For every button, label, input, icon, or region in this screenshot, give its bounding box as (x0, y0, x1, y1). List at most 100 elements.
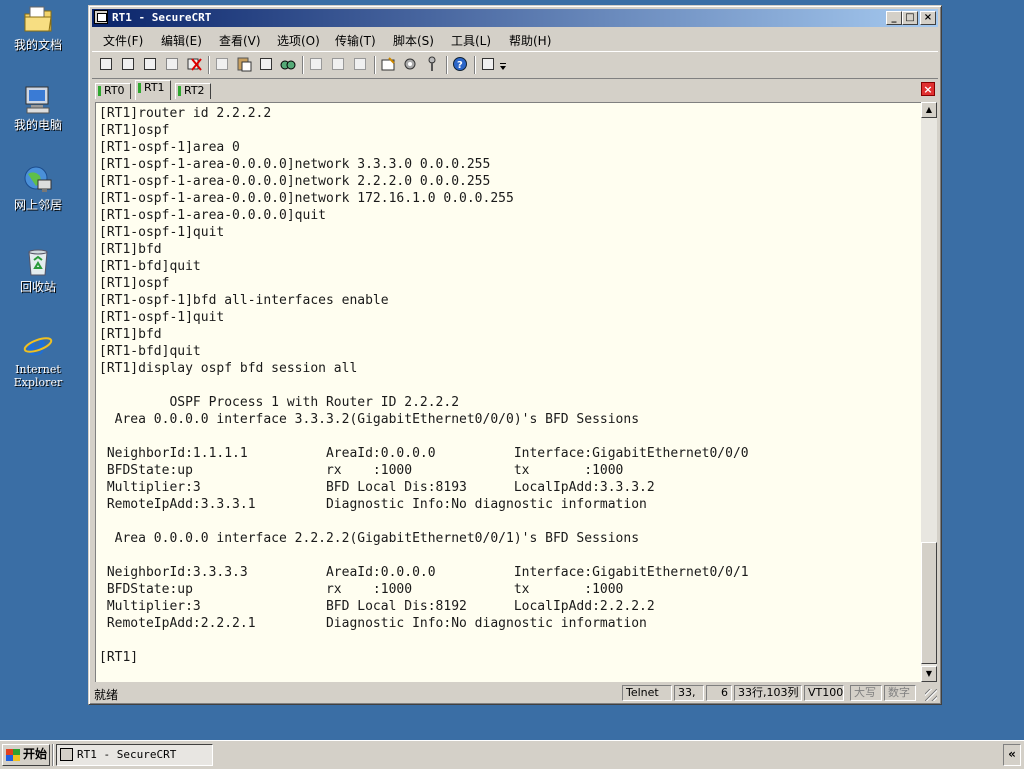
desktop-icon-recycle-bin[interactable]: 回收站 (4, 246, 72, 294)
status-bar: 就绪 Telnet 33, 6 33行,103列 VT100 大写 数字 (92, 684, 938, 702)
terminal-line: [RT1-ospf-1-area-0.0.0.0]network 172.16.… (99, 191, 514, 206)
close-tab-icon[interactable]: × (921, 82, 935, 96)
terminal-line: [RT1-ospf-1-area-0.0.0.0]network 3.3.3.0… (99, 157, 491, 172)
status-ready: 就绪 (94, 688, 119, 702)
session-options-icon[interactable] (380, 56, 396, 72)
computer-icon (22, 84, 54, 116)
find-icon[interactable] (280, 56, 296, 72)
toolbar-separator (374, 56, 376, 74)
terminal-line: [RT1]ospf (99, 123, 170, 138)
disconnect-icon[interactable] (186, 56, 202, 72)
menu-file[interactable]: 文件(F) (103, 32, 143, 49)
menu-bar: 文件(F) 编辑(E) 查看(V) 选项(O) 传输(T) 脚本(S) 工具(L… (92, 29, 938, 49)
tab-rt2[interactable]: RT2 (175, 83, 211, 99)
terminal-line: [RT1]bfd (99, 242, 162, 257)
tab-status-icon (178, 86, 181, 96)
menu-view[interactable]: 查看(V) (219, 32, 261, 49)
scroll-up-icon[interactable]: ▲ (921, 102, 937, 118)
terminal-line: Multiplier:3 BFD Local Dis:8193 LocalIpA… (99, 480, 655, 495)
desktop-icon-my-documents[interactable]: 我的文档 (4, 4, 72, 52)
session-tabs: RT0 RT1 RT2 × (95, 80, 935, 100)
desktop-icon-label: 网上邻居 (13, 198, 62, 212)
print-selection-icon[interactable] (330, 56, 346, 72)
terminal-line: [RT1]ospf (99, 276, 170, 291)
tab-status-icon (98, 86, 101, 96)
tray-expand-button[interactable]: « (1003, 744, 1021, 766)
desktop-icon-label: 回收站 (19, 280, 56, 294)
resize-grip-icon[interactable] (925, 689, 937, 701)
desktop-icon-network[interactable]: 网上邻居 (4, 164, 72, 212)
desktop-icon-label: Internet Explorer (13, 363, 63, 389)
taskbar-item-label: RT1 - SecureCRT (77, 748, 177, 761)
print-screen-icon[interactable] (352, 56, 368, 72)
desktop-icon-my-computer[interactable]: 我的电脑 (4, 84, 72, 132)
title-bar[interactable]: RT1 - SecureCRT _ □ × (92, 9, 938, 27)
desktop-icon-label: 我的电脑 (13, 118, 62, 132)
close-button[interactable]: × (920, 11, 936, 25)
terminal-output[interactable]: [RT1]router id 2.2.2.2 [RT1]ospf [RT1-ospf… (95, 102, 921, 682)
terminal-line: NeighborId:3.3.3.3 AreaId:0.0.0.0 Interf… (99, 565, 749, 580)
status-caps: 大写 (850, 685, 882, 701)
tab-status-icon (138, 83, 141, 93)
tab-label: RT2 (184, 84, 205, 97)
toolbar-separator (302, 56, 304, 74)
app-icon[interactable] (94, 10, 108, 24)
start-label: 开始 (23, 747, 48, 761)
internet-explorer-icon: e (22, 328, 54, 363)
taskbar-separator (52, 744, 54, 766)
map-keys-icon[interactable] (480, 56, 496, 72)
terminal-line: [RT1]router id 2.2.2.2 (99, 106, 272, 121)
connect-in-tab-icon[interactable] (142, 56, 158, 72)
global-options-icon[interactable] (402, 56, 418, 72)
reconnect-icon[interactable] (164, 56, 180, 72)
terminal-line: BFDState:up rx :1000 tx :1000 (99, 582, 624, 597)
app-icon (60, 748, 73, 761)
toolbar-separator (474, 56, 476, 74)
svg-text:?: ? (457, 60, 463, 71)
toolbar-overflow-icon[interactable] (498, 56, 508, 72)
toolbar: ? (92, 51, 938, 79)
terminal-line: [RT1]display ospf bfd session all (99, 361, 358, 376)
recycle-bin-icon (22, 246, 54, 278)
paste-icon[interactable] (236, 56, 252, 72)
status-emulation: VT100 (804, 685, 844, 701)
terminal-line: [RT1]bfd (99, 327, 162, 342)
maximize-button[interactable]: □ (902, 11, 918, 25)
scroll-thumb[interactable] (921, 542, 937, 664)
tab-rt0[interactable]: RT0 (95, 83, 131, 99)
terminal-line: [RT1-ospf-1-area-0.0.0.0]network 2.2.2.0… (99, 174, 491, 189)
menu-options[interactable]: 选项(O) (277, 32, 320, 49)
print-icon[interactable] (308, 56, 324, 72)
menu-edit[interactable]: 编辑(E) (161, 32, 202, 49)
tab-rt1[interactable]: RT1 (135, 80, 171, 100)
keymap-icon[interactable] (424, 56, 440, 72)
start-button[interactable]: 开始 (2, 744, 50, 766)
tab-label: RT0 (104, 84, 125, 97)
taskbar-item-securecrt[interactable]: RT1 - SecureCRT (56, 744, 213, 766)
terminal-line: [RT1-ospf-1]area 0 (99, 140, 240, 155)
connect-icon[interactable] (98, 56, 114, 72)
terminal-line: RemoteIpAdd:2.2.2.1 Diagnostic Info:No d… (99, 616, 647, 631)
quick-connect-icon[interactable] (120, 56, 136, 72)
status-row: 33, (674, 685, 704, 701)
vertical-scrollbar[interactable]: ▲ ▼ (921, 102, 937, 682)
terminal-line: Multiplier:3 BFD Local Dis:8192 LocalIpA… (99, 599, 655, 614)
help-icon[interactable]: ? (452, 56, 468, 72)
desktop-icon-internet-explorer[interactable]: e Internet Explorer (4, 328, 72, 389)
status-num: 数字 (884, 685, 916, 701)
terminal-line: Area 0.0.0.0 interface 3.3.3.2(GigabitEt… (99, 412, 640, 427)
terminal-line: [RT1-ospf-1]quit (99, 310, 225, 325)
copy-paste-icon[interactable] (258, 56, 274, 72)
menu-tools[interactable]: 工具(L) (451, 32, 491, 49)
minimize-button[interactable]: _ (886, 11, 902, 25)
copy-icon[interactable] (214, 56, 230, 72)
menu-script[interactable]: 脚本(S) (393, 32, 434, 49)
menu-transfer[interactable]: 传输(T) (335, 32, 376, 49)
status-protocol: Telnet (622, 685, 672, 701)
scroll-down-icon[interactable]: ▼ (921, 666, 937, 682)
menu-help[interactable]: 帮助(H) (509, 32, 551, 49)
status-col: 6 (706, 685, 732, 701)
